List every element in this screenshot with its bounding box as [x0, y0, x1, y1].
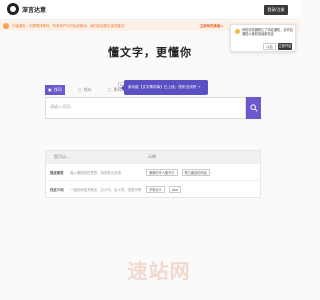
row-title: 描述意思: [50, 170, 64, 175]
watermark-logo: 速站网: [118, 251, 200, 287]
notification-message: 你的浏览器禁止了消息通知，请开启通知以便收到最新信息: [242, 28, 293, 37]
feature-promo-tooltip[interactable]: 新功能【文字素材库】已上线，快来试试吧 →: [121, 80, 208, 95]
library-icon: ▢: [107, 87, 112, 92]
table-row: 找近义词 一键查询相关概念，近义词，反义词，类型词等 不有论义 dad: [46, 180, 260, 197]
sentence-icon: ▢: [77, 87, 82, 92]
table-header: 您可以... 示例: [46, 151, 260, 163]
row-description: 一键查询相关概念，近义词，反义词，类型词等: [70, 187, 142, 192]
search-placeholder: 请输入词语...: [50, 104, 74, 109]
column-header-examples: 示例: [148, 154, 156, 159]
bell-icon: [235, 29, 240, 34]
tab-label: 找句: [83, 87, 92, 92]
example-chip[interactable]: dad: [168, 185, 181, 193]
page-slogan: 懂文字，更懂你: [108, 46, 192, 59]
logo-icon: [7, 3, 19, 15]
warning-icon: !: [3, 23, 9, 29]
row-description: 输入想描述的意思，找到表达用语: [70, 170, 121, 175]
brand-logo[interactable]: 深言达意: [7, 3, 46, 15]
tab-find-words[interactable]: ▣ 找词: [45, 85, 65, 95]
search-icon: [250, 104, 258, 112]
example-chip[interactable]: 美丽的令人爱不已: [146, 168, 178, 176]
table-row: 描述意思 输入想描述的意思，找到表达用语 美丽的令人爱不已 努力面容的作品: [46, 163, 260, 180]
column-header-you-can: 您可以...: [54, 154, 70, 159]
book-icon: ▣: [48, 87, 52, 92]
example-chip[interactable]: 不有论义: [146, 185, 165, 193]
usage-examples-table: 您可以... 示例 描述意思 输入想描述的意思，找到表达用语 美丽的令人爱不已 …: [45, 150, 261, 198]
watermark-text: 速站网: [127, 259, 191, 283]
notice-text: 升级通告：无需再排等待、所有用户均可免费使用，我们欢迎提出宝贵建议！: [12, 24, 128, 28]
login-register-button[interactable]: 登录/注册: [264, 5, 288, 15]
top-header: 深言达意 登录/注册: [0, 0, 300, 20]
example-chip[interactable]: 努力面容的作品: [181, 168, 210, 176]
tab-find-sentences[interactable]: ▢ 找句: [75, 85, 95, 95]
brand-name: 深言达意: [22, 6, 47, 14]
tab-label: 找词: [53, 87, 62, 92]
search-input[interactable]: 请输入词语...: [45, 97, 246, 119]
notice-link[interactable]: 立即抢先体验 ▸: [200, 23, 223, 29]
search-button[interactable]: [246, 97, 261, 119]
row-title: 找近义词: [50, 187, 64, 192]
